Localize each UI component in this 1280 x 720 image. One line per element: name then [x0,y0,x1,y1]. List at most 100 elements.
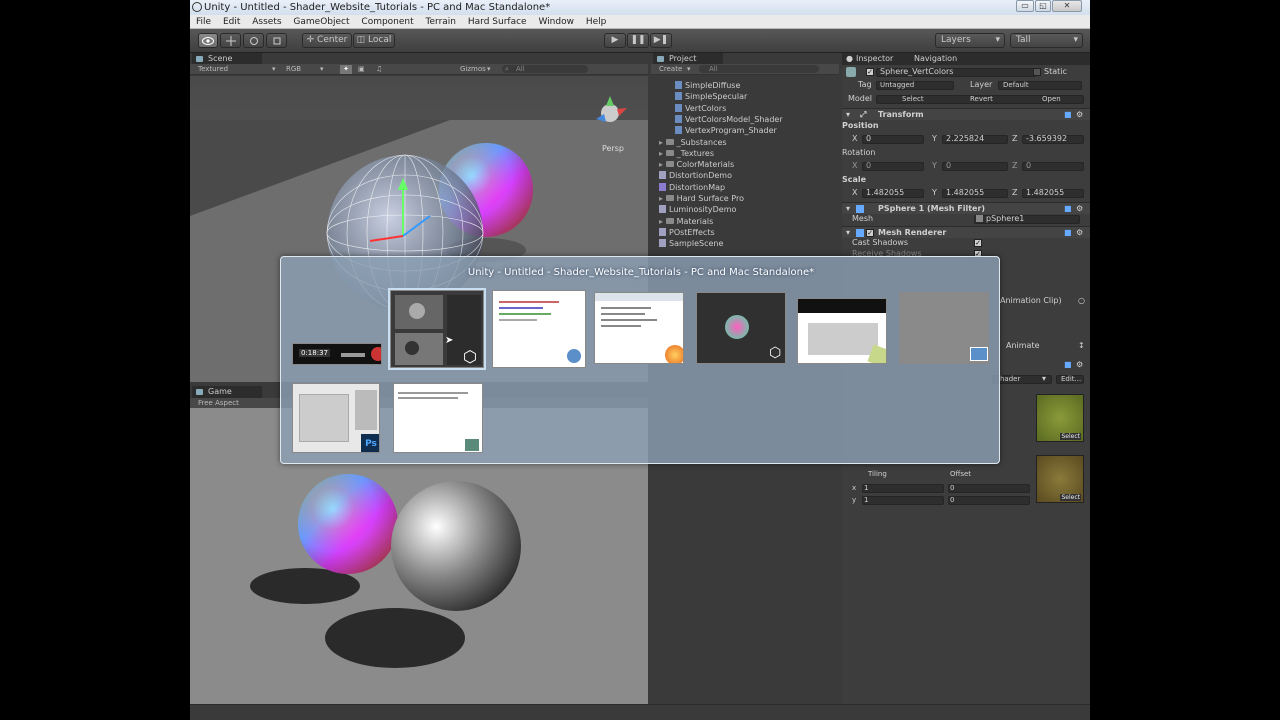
static-checkbox[interactable] [1033,68,1041,76]
model-select-button[interactable]: Select [902,93,924,105]
project-item-materials[interactable]: ▸ Materials [659,216,713,227]
tab-game[interactable]: Game [192,386,262,398]
menu-file[interactable]: File [196,17,211,27]
project-tab-label: Project [669,54,697,63]
move-tool-button[interactable] [220,33,241,48]
menu-window[interactable]: Window [538,17,574,27]
thumb-website[interactable] [797,298,887,364]
unity-thumb-sphere-2 [405,341,419,355]
project-item-luminositydemo[interactable]: LuminosityDemo [659,204,736,215]
object-picker-icon[interactable]: ○ [1078,295,1085,307]
texture-slot-1[interactable]: Select [1036,394,1084,442]
model-open-button[interactable]: Open [1042,93,1061,105]
help-icon[interactable]: ■ [1064,359,1072,371]
tiling-x-field[interactable] [862,484,944,493]
transform-header[interactable]: ▾ ⤢ Transform ■ ⚙ [842,108,1090,120]
minimize-button[interactable]: ▭ [1016,0,1034,12]
project-item-distortionmap[interactable]: DistortionMap [659,182,725,193]
project-item-vertcolorsmodel-shader[interactable]: VertColorsModel_Shader [675,114,783,125]
project-search-input[interactable]: All [699,65,819,73]
rotation-y-field[interactable] [942,162,1008,171]
active-checkbox[interactable]: ✓ [866,68,874,76]
thumb-photoshop[interactable]: Ps [292,383,380,453]
thumb-code-editor[interactable] [492,290,586,368]
menu-gameobject[interactable]: GameObject [293,17,349,27]
close-button[interactable]: ✕ [1052,0,1082,12]
audio-icon[interactable]: ♫ [376,64,382,75]
gameobject-icon [846,67,856,77]
menu-assets[interactable]: Assets [252,17,281,27]
thumb-unity-2[interactable]: ⬡ [696,292,786,364]
gear-icon[interactable]: ⚙ [1076,359,1083,371]
layout-dropdown[interactable]: Tall ▾ [1010,33,1083,48]
layers-dropdown[interactable]: Layers ▾ [935,33,1005,48]
step-button[interactable]: ▶❚ [650,33,672,48]
project-item-simplediffuse[interactable]: SimpleDiffuse [675,80,740,91]
expand-arrow-icon[interactable]: ▸ [659,149,666,158]
project-item--textures[interactable]: ▸ _Textures [659,148,714,159]
texture-select-2[interactable]: Select [1060,494,1081,501]
project-item--substances[interactable]: ▸ _Substances [659,137,727,148]
dropdown-arrow-icon: ▾ [272,65,276,73]
offset-x-field[interactable] [948,484,1030,493]
project-item-simplespecular[interactable]: SimpleSpecular [675,91,747,102]
scale-tool-button[interactable] [266,33,287,48]
layers-label: Layers [941,35,971,45]
animation-clip-label: Animation Clip) [1000,296,1062,305]
menu-component[interactable]: Component [361,17,413,27]
thumb-unity[interactable]: ⬡ ➤ [388,288,486,370]
thumb-recorder[interactable]: 0:18:37 [292,343,382,365]
menu-bar: File Edit Assets GameObject Component Te… [190,15,1090,29]
scene-search-input[interactable]: All [502,65,588,73]
create-dropdown[interactable]: Create [659,64,682,75]
tab-inspector[interactable]: Inspector [856,53,893,65]
project-item-distortiondemo[interactable]: DistortionDemo [659,170,732,181]
menu-hard-surface[interactable]: Hard Surface [468,17,527,27]
project-item-posteffects[interactable]: POstEffects [659,227,715,238]
scene-icon [659,239,666,248]
rotate-tool-button[interactable] [243,33,264,48]
rotation-z-field[interactable] [1022,162,1084,171]
expand-arrow-icon[interactable]: ▸ [659,217,666,226]
texture-slot-2[interactable]: Select [1036,455,1084,503]
project-item-label: SampleScene [669,239,724,249]
rotation-x-field[interactable] [862,162,924,171]
project-item-hard-surface-pro[interactable]: ▸ Hard Surface Pro [659,193,744,204]
render-mode-dropdown[interactable]: RGB [286,64,301,75]
maximize-button[interactable]: ◱ [1035,0,1051,12]
tab-navigation[interactable]: Navigation [914,53,957,65]
pivot-local-toggle[interactable]: ◫ Local [353,33,395,48]
project-item-vertexprogram-shader[interactable]: VertexProgram_Shader [675,125,777,136]
scene-image-icon[interactable]: ▣ [358,64,365,75]
offset-y-field[interactable] [948,496,1030,505]
position-x-field[interactable] [862,135,924,144]
thumb-firefox[interactable] [594,292,684,364]
texture-select-1[interactable]: Select [1060,433,1081,440]
scene-lighting-toggle[interactable]: ✦ [340,65,352,74]
hand-tool-button[interactable] [198,33,218,48]
thumb-grey-window[interactable] [899,292,989,364]
pivot-center-toggle[interactable]: ✛ Center [302,33,352,48]
expand-arrow-icon[interactable]: ▸ [659,138,666,147]
project-item-vertcolors[interactable]: VertColors [675,103,726,114]
expand-arrow-icon[interactable]: ▸ [659,194,666,203]
menu-terrain[interactable]: Terrain [426,17,456,27]
text-line [601,319,657,321]
menu-help[interactable]: Help [586,17,607,27]
menu-edit[interactable]: Edit [223,17,240,27]
pause-button[interactable]: ❚❚ [627,33,649,48]
expand-arrow-icon[interactable]: ▸ [659,160,666,169]
shading-mode-dropdown[interactable]: Textured [198,64,228,75]
tiling-y-field[interactable] [862,496,944,505]
project-item-samplescene[interactable]: SampleScene [659,238,723,249]
play-button[interactable]: ▶ [604,33,626,48]
cast-shadows-checkbox[interactable]: ✓ [974,239,982,247]
recorder-app-icon [371,347,381,361]
thumb-text-document[interactable] [393,383,483,453]
project-item-colormaterials[interactable]: ▸ ColorMaterials [659,159,734,170]
gizmos-dropdown[interactable]: Gizmos [460,64,486,75]
code-line [499,319,537,321]
pivot-icon: ✛ [306,35,318,45]
mesh-renderer-enabled-checkbox[interactable]: ✓ [866,229,874,237]
model-revert-button[interactable]: Revert [970,93,993,105]
